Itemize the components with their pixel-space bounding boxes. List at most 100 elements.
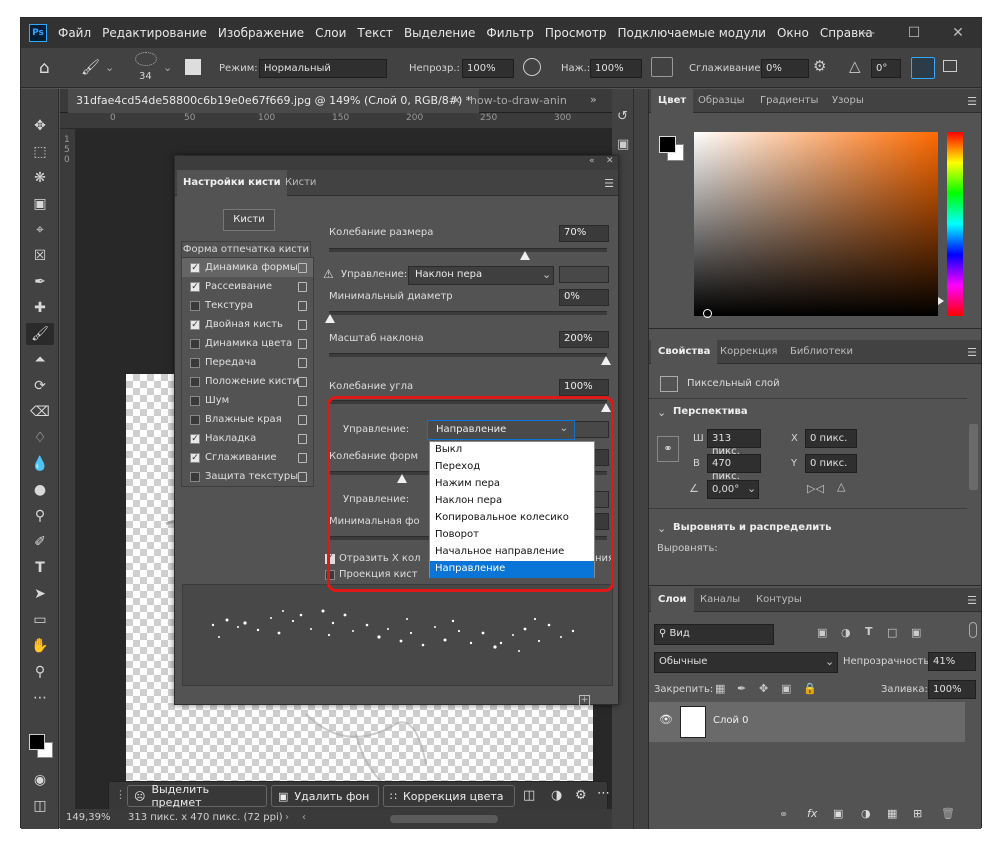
menu-view[interactable]: Просмотр: [545, 26, 607, 40]
generate-icon[interactable]: ⚙: [575, 788, 587, 803]
history-brush-icon[interactable]: ⟳: [26, 375, 54, 397]
chevron-right-icon[interactable]: ›: [285, 812, 289, 823]
brush-settings-icon[interactable]: [185, 59, 201, 75]
checkbox[interactable]: [190, 357, 200, 368]
filter-adjustment-icon[interactable]: ◑: [841, 626, 851, 639]
lock-icon[interactable]: [298, 319, 307, 330]
layer-name[interactable]: Слой 0: [713, 715, 749, 726]
checkbox[interactable]: [190, 395, 200, 406]
fx-icon[interactable]: fx: [807, 807, 817, 820]
tab-properties[interactable]: Свойства: [651, 340, 718, 364]
smoothing-input[interactable]: 0%: [761, 59, 809, 78]
select-subject-button[interactable]: ☹ Выделить предмет: [127, 783, 267, 809]
filter-shape-icon[interactable]: □: [887, 626, 897, 639]
menu-window[interactable]: Окно: [777, 26, 809, 40]
layer-mask-icon[interactable]: ▣: [833, 807, 843, 820]
dropdown-option-pen-pressure[interactable]: Нажим пера: [430, 476, 594, 493]
path-select-icon[interactable]: ➤: [26, 583, 54, 605]
flip-vertical-icon[interactable]: △: [837, 480, 845, 493]
tab-brushes[interactable]: Кисти: [279, 170, 322, 196]
screen-mode-icon[interactable]: ◫: [26, 795, 54, 817]
new-layer-icon[interactable]: ⊞: [913, 807, 922, 820]
option-transfer[interactable]: Передача: [182, 353, 313, 372]
menu-edit[interactable]: Редактирование: [102, 26, 207, 40]
control-select-2[interactable]: Направление ⌄: [427, 420, 575, 440]
hand-tool-icon[interactable]: ✋: [26, 635, 54, 657]
blend-mode-select[interactable]: Обычные: [654, 652, 838, 673]
option-noise[interactable]: Шум: [182, 391, 313, 410]
scroll-left-icon[interactable]: ‹: [302, 812, 306, 823]
dropdown-option-pen-tilt[interactable]: Наклон пера: [430, 493, 594, 510]
crop-tool-icon[interactable]: ⌖: [26, 219, 54, 241]
option-color-dynamics[interactable]: Динамика цвета: [182, 334, 313, 353]
lock-icon[interactable]: [298, 281, 307, 292]
checkbox[interactable]: ✓: [190, 433, 200, 444]
checkbox[interactable]: [190, 376, 200, 387]
panel-title-bar[interactable]: « ✕: [175, 156, 618, 170]
filter-toggle[interactable]: [969, 622, 977, 638]
chevron-down-icon[interactable]: ⌄: [747, 482, 756, 495]
size-jitter-slider[interactable]: [329, 248, 607, 252]
pressure-size-icon[interactable]: [911, 57, 935, 79]
checkbox[interactable]: [190, 300, 200, 311]
lock-icon[interactable]: [298, 376, 307, 387]
tab-channels[interactable]: Каналы: [693, 588, 747, 612]
brush-tip-icon[interactable]: [135, 52, 157, 66]
min-diameter-slider[interactable]: [329, 311, 607, 315]
home-icon[interactable]: ⌂: [39, 58, 50, 78]
dropdown-option-stylus-wheel[interactable]: Копировальное колесико: [430, 510, 594, 527]
layer-row[interactable]: 👁 Слой 0: [649, 702, 965, 742]
control-select-1[interactable]: Наклон пера: [408, 266, 554, 285]
visibility-eye-icon[interactable]: 👁: [659, 713, 673, 726]
option-shape-dynamics[interactable]: ✓ Динамика формы: [182, 258, 313, 277]
lock-image-icon[interactable]: ✒: [737, 682, 746, 695]
zoom-level[interactable]: 149,39%: [66, 812, 111, 823]
blur-tool-icon[interactable]: 💧: [26, 453, 54, 475]
panel-menu-icon[interactable]: ☰: [604, 177, 614, 190]
move-tool-icon[interactable]: ✥: [26, 115, 54, 137]
adjustment-layer-icon[interactable]: ◑: [861, 807, 871, 820]
height-input[interactable]: 470 пикс.: [707, 454, 761, 482]
slider-thumb[interactable]: [520, 251, 530, 260]
checkbox[interactable]: ✓: [190, 281, 200, 292]
close-tab-icon[interactable]: ✕: [452, 94, 461, 107]
tab-document-other[interactable]: how-to-draw-anin: [470, 94, 567, 107]
perspective-section[interactable]: Перспектива: [673, 406, 748, 417]
tab-libraries[interactable]: Библиотеки: [783, 340, 860, 364]
checkbox[interactable]: [190, 338, 200, 349]
dropdown-option-off[interactable]: Выкл: [430, 442, 594, 459]
link-icon[interactable]: ⚭: [657, 436, 679, 462]
align-section[interactable]: Выровнять и распределить: [673, 522, 831, 533]
checkbox[interactable]: ✓: [190, 452, 200, 463]
size-jitter-input[interactable]: 70%: [559, 225, 609, 242]
minimize-icon[interactable]: —: [845, 18, 891, 48]
option-wet-edges[interactable]: Влажные края: [182, 410, 313, 429]
flow-input[interactable]: 100%: [590, 59, 642, 78]
layer-opacity-input[interactable]: 41%: [928, 652, 976, 671]
checkbox[interactable]: ✓: [190, 319, 200, 330]
properties-scrollbar[interactable]: [969, 424, 978, 490]
filter-type-icon[interactable]: T: [865, 625, 873, 638]
app-logo[interactable]: Ps: [29, 24, 47, 42]
lock-icon[interactable]: [298, 338, 307, 349]
x-input[interactable]: 0 пикс.: [805, 429, 857, 448]
more-options-icon[interactable]: ⋯: [597, 786, 610, 801]
tab-document-active[interactable]: 31dfae4cd54de58800c6b19e0e67f669.jpg @ 1…: [68, 89, 480, 113]
menu-file[interactable]: Файл: [58, 26, 91, 40]
tilt-scale-slider[interactable]: [329, 353, 607, 357]
min-diameter-input[interactable]: 0%: [559, 289, 609, 306]
maximize-icon[interactable]: ☐: [891, 18, 937, 48]
menu-select[interactable]: Выделение: [404, 26, 475, 40]
more-tools-icon[interactable]: ⋯: [26, 687, 54, 709]
folder-icon[interactable]: ▦: [887, 807, 897, 820]
remove-background-button[interactable]: ▣ Удалить фон: [271, 785, 379, 807]
color-correction-button[interactable]: ∷ Коррекция цвета: [383, 785, 515, 807]
slider-thumb[interactable]: [601, 356, 611, 365]
type-tool-icon[interactable]: T: [26, 557, 54, 579]
panel-menu-icon[interactable]: ☰: [967, 95, 977, 108]
lock-transparent-icon[interactable]: ▦: [715, 682, 725, 695]
menu-type[interactable]: Текст: [357, 26, 393, 40]
brush-preset-icon[interactable]: 🖌: [81, 58, 100, 76]
opacity-input[interactable]: 100%: [462, 59, 514, 78]
lock-icon[interactable]: [298, 452, 307, 463]
